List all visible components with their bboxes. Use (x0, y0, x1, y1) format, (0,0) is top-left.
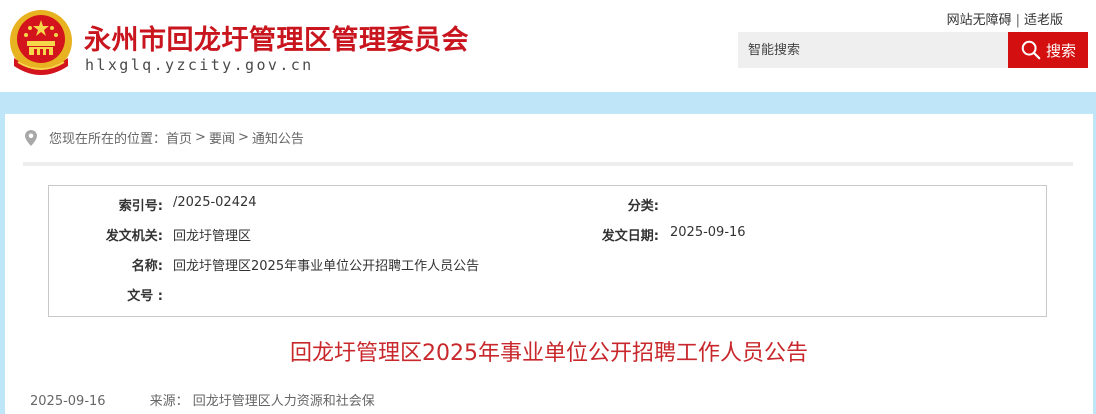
index-label: 索引号: (118, 199, 163, 214)
breadcrumb-separator: > (237, 130, 249, 145)
divider (23, 162, 1073, 166)
meta-row-docno: 文号 : (49, 285, 1046, 307)
category-label: 分类: (627, 199, 659, 214)
decorative-band (0, 92, 1096, 114)
search-icon (1021, 40, 1041, 60)
breadcrumb: 您现在所在的位置： 首页 > 要闻 > 通知公告 (25, 128, 304, 147)
index-value: /2025-02424 (173, 195, 257, 210)
link-separator: | (1015, 13, 1020, 28)
location-pin-icon (25, 129, 37, 146)
site-title: 永州市回龙圩管理区管理委员会 (84, 25, 469, 56)
breadcrumb-separator: > (195, 130, 206, 145)
site-domain: hlxglq.yzcity.gov.cn (85, 56, 314, 74)
breadcrumb-item-notices[interactable]: 通知公告 (252, 128, 304, 147)
breadcrumb-item-home[interactable]: 首页 (166, 128, 192, 147)
document-meta-box: 索引号: /2025-02424 分类: 发文机关: 回龙圩管理区 发文日期: … (48, 185, 1047, 317)
name-label: 名称: (131, 259, 163, 274)
date-label: 发文日期: (601, 229, 659, 244)
search-button[interactable]: 搜索 (1008, 32, 1088, 68)
breadcrumb-prefix: 您现在所在的位置： (49, 132, 167, 147)
search-box (738, 32, 1008, 68)
main-content: 您现在所在的位置： 首页 > 要闻 > 通知公告 索引号: /2025-0242… (5, 114, 1093, 414)
name-value: 回龙圩管理区2025年事业单位公开招聘工作人员公告 (173, 259, 480, 274)
search-button-label: 搜索 (1045, 41, 1076, 60)
breadcrumb-item-news[interactable]: 要闻 (209, 128, 235, 147)
article-title: 回龙圩管理区2025年事业单位公开招聘工作人员公告 (290, 341, 808, 366)
top-links: 网站无障碍 | 适老版 (947, 9, 1063, 28)
meta-row-index: 索引号: /2025-02424 分类: (49, 195, 1046, 217)
meta-row-issuer: 发文机关: 回龙圩管理区 发文日期: 2025-09-16 (49, 225, 1046, 247)
accessibility-link[interactable]: 网站无障碍 (947, 13, 1012, 28)
docno-label: 文号 : (127, 289, 163, 304)
issuer-label: 发文机关: (105, 229, 163, 244)
date-value: 2025-09-16 (670, 225, 746, 240)
national-emblem-icon (10, 10, 72, 75)
issuer-value: 回龙圩管理区 (173, 229, 252, 244)
elderly-mode-link[interactable]: 适老版 (1024, 13, 1063, 28)
meta-row-name: 名称: 回龙圩管理区2025年事业单位公开招聘工作人员公告 (49, 255, 1046, 277)
site-header: 永州市回龙圩管理区管理委员会 hlxglq.yzcity.gov.cn 网站无障… (0, 0, 1096, 92)
search-input[interactable] (738, 32, 1008, 68)
article-source: 来源： 回龙圩管理区人力资源和社会保 (149, 394, 375, 409)
article-date: 2025-09-16 (30, 394, 106, 409)
